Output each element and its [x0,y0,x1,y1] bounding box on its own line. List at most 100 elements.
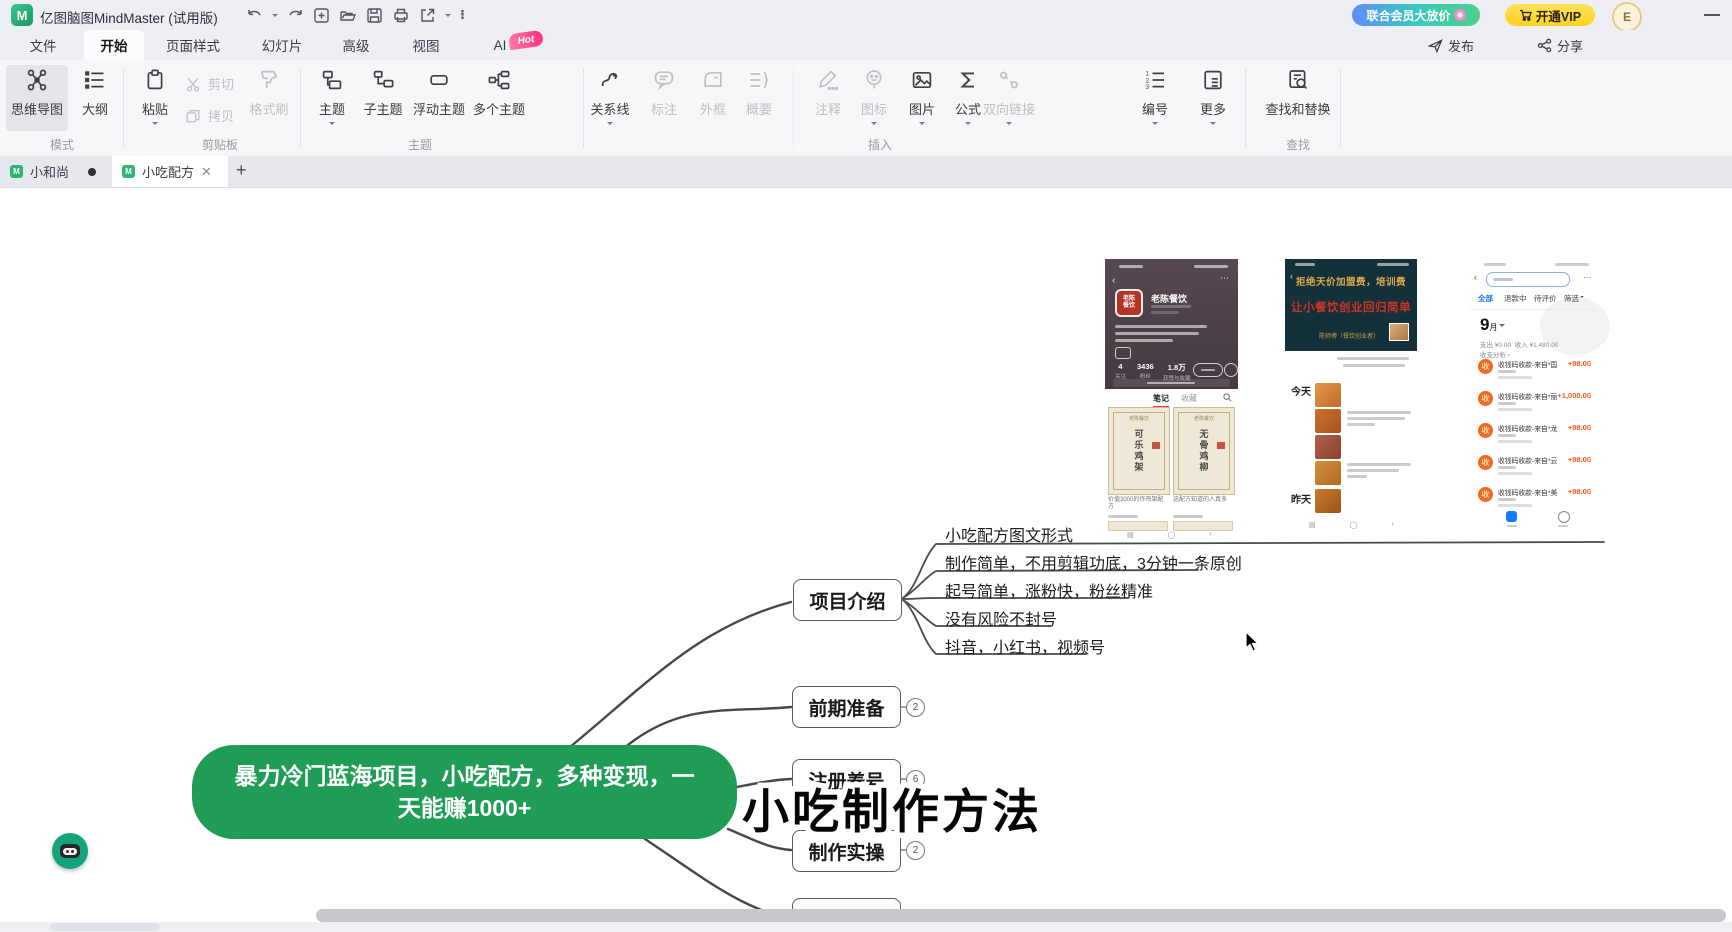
comment-pencil-icon [816,66,840,92]
more-button[interactable]: 更多 [1180,66,1246,128]
paste-dropdown-caret[interactable] [152,122,158,128]
undo-dropdown-caret[interactable] [272,14,278,20]
more-dropdown-caret[interactable] [1210,122,1216,128]
branch-node-prep[interactable]: 前期准备 [792,686,901,728]
unsaved-dot-icon [88,168,96,176]
video-caption-overlay: 小吃制作方法 小吃制作方法 [742,773,1042,842]
subtopic-3[interactable]: 起号简单，涨粉快，粉丝精准 [945,578,1153,602]
search-box [1486,272,1570,287]
month-number: 9月 [1480,315,1505,335]
member-promo-badge[interactable]: 联合会员大放价 [1352,4,1480,26]
doc-tab-1[interactable]: M 小和尚 [0,156,106,187]
profile-header: ‹ ⋯ 老陈 餐饮 老陈餐饮 4关注 [1105,259,1238,389]
paste-button[interactable]: 粘贴 [122,66,188,128]
print-icon[interactable] [392,7,410,24]
subtopic-1[interactable]: 小吃配方图文形式 [945,522,1073,546]
bidirectional-link-button[interactable]: 双向链接 [974,66,1044,128]
topic-dropdown-caret[interactable] [329,122,335,128]
boundary-icon [701,66,725,92]
format-painter-icon [257,66,281,92]
copy-button[interactable]: 拷贝 [184,106,234,125]
share-label: 分享 [1557,36,1583,55]
open-vip-button[interactable]: 开通VIP [1505,4,1595,26]
branch-node-intro[interactable]: 项目介绍 [793,579,902,621]
doc-tab-2-label: 小吃配方 [142,162,194,181]
back-icon: ‹ [1474,272,1477,282]
central-topic-node[interactable]: 暴力冷门蓝海项目，小吃配方，多种变现，一 天能赚1000+ [192,745,737,839]
callout-icon [652,66,676,92]
follow-button [1193,363,1223,377]
group-label-find: 查找 [1253,136,1343,153]
export-dropdown-caret[interactable] [445,14,451,20]
food-thumbnail [1315,489,1341,513]
search-icon [1223,393,1232,402]
filter-caret-icon [1580,296,1584,300]
find-replace-button[interactable]: 查找和替换 [1253,66,1343,118]
menu-ai[interactable]: AI [488,30,512,60]
export-icon[interactable] [419,7,436,24]
subtopic-5[interactable]: 抖音，小红书，视频号 [945,634,1105,658]
statusbar-pill [50,923,160,931]
multi-topic-button[interactable]: 多个主题 [464,66,534,118]
group-label-mode: 模式 [22,136,102,153]
screenshot-promo-page: ‹ 拒绝天价加盟费，培训费 让小餐饮创业回归简单 陈师傅（餐饮创业者） 今天 [1285,259,1417,535]
outline-mode-button[interactable]: 大纲 [62,66,128,118]
minimize-button[interactable] [1704,14,1720,16]
user-avatar[interactable]: E [1612,2,1642,32]
cut-button[interactable]: 剪切 [184,74,234,93]
share-button[interactable]: 分享 [1537,30,1583,60]
vip-label: 开通VIP [1536,6,1581,25]
menu-page-style[interactable]: 页面样式 [163,30,223,60]
share-nodes-icon [1537,38,1552,53]
menu-advanced[interactable]: 高级 [339,30,373,60]
format-painter-button[interactable]: 格式刷 [236,66,302,118]
mindmap-canvas[interactable]: ‹ ⋯ 老陈 餐饮 老陈餐饮 4关注 [0,187,1732,923]
ribbon: 思维导图 大纲 模式 粘贴 剪切 拷贝 格式刷 剪贴板 主题 [0,60,1732,157]
save-icon[interactable] [366,7,383,24]
formula-dropdown-caret[interactable] [965,122,971,128]
tab-notes: 笔记 [1153,393,1169,408]
paste-icon [143,66,167,92]
horizontal-scrollbar-thumb[interactable] [316,909,1726,922]
relationship-dropdown-caret[interactable] [607,122,613,128]
stat-follow: 4关注 [1115,362,1126,380]
undo-icon[interactable] [246,7,263,24]
collapse-badge[interactable]: 2 [906,841,925,860]
menu-view[interactable]: 视图 [409,30,443,60]
picture-dropdown-caret[interactable] [919,122,925,128]
doc-icon: M [122,165,135,178]
close-tab-icon[interactable]: ✕ [201,164,212,180]
subtopic-2[interactable]: 制作简单，不用剪辑功底，3分钟一条原创 [945,550,1242,574]
summary-button[interactable]: 概要 [726,66,792,118]
mindmap-mode-button[interactable]: 思维导图 [4,66,70,118]
more-toolbar-icon[interactable]: ⁝ [460,7,465,23]
new-file-icon[interactable] [313,7,330,24]
promo-header: ‹ 拒绝天价加盟费，培训费 让小餐饮创业回归简单 陈师傅（餐饮创业者） [1285,259,1417,351]
paper-plane-icon [1428,38,1443,53]
numbering-button[interactable]: 123 编号 [1122,66,1188,128]
ai-assistant-button[interactable] [52,833,88,869]
new-tab-button[interactable]: + [236,160,247,181]
menu-home[interactable]: 开始 [84,30,144,60]
subtopic-4[interactable]: 没有风险不封号 [945,606,1057,630]
bill-nav-icon [1506,511,1517,522]
promo-headline-1: 拒绝天价加盟费，培训费 [1285,274,1417,288]
doc-tab-2-active[interactable]: M 小吃配方 ✕ [112,156,228,187]
open-file-icon[interactable] [339,7,357,24]
screenshot-profile-page: ‹ ⋯ 老陈 餐饮 老陈餐饮 4关注 [1105,259,1238,539]
titlebar: M 亿图脑图MindMaster (试用版) ⁝ 联合会员大放价 开通VIP E [0,0,1732,30]
menu-file[interactable]: 文件 [22,30,64,60]
numbering-dropdown-caret[interactable] [1152,122,1158,128]
link-dropdown-caret[interactable] [1006,122,1012,128]
menu-slideshow[interactable]: 幻灯片 [258,30,306,60]
document-tabbar: M 小和尚 M 小吃配方 ✕ + [0,156,1732,187]
next-card-strip [1173,521,1233,531]
multi-topic-icon [487,66,511,92]
publish-button[interactable]: 发布 [1428,30,1474,60]
back-icon: ‹ [1112,275,1115,286]
app-title: 亿图脑图MindMaster (试用版) [40,7,218,27]
icon-dropdown-caret[interactable] [871,122,877,128]
profile-action-circle [1224,363,1238,377]
collapse-badge[interactable]: 2 [906,698,925,717]
redo-icon[interactable] [287,7,304,24]
